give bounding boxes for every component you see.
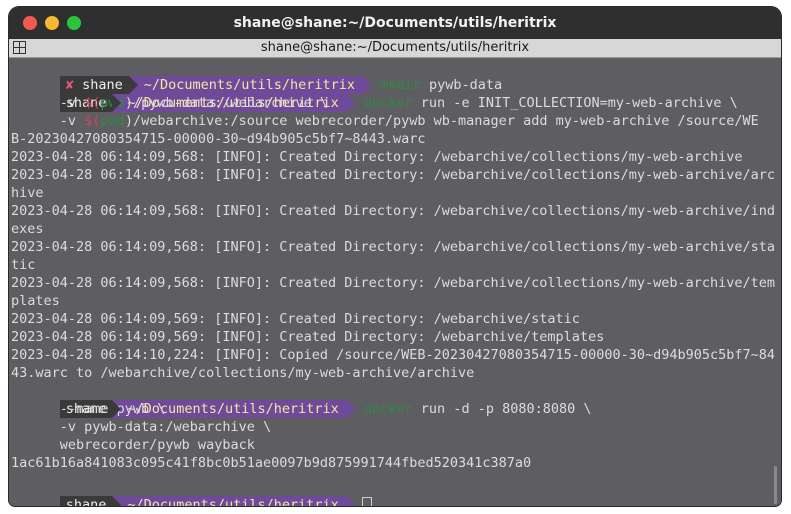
command-args: run -e INIT_COLLECTION=my-web-archive \ [412, 95, 738, 111]
output-line: -v $(pwd)/webarchive:/source webrecorder… [11, 112, 759, 130]
command-name: docker [363, 401, 413, 417]
prompt-separator-icon [346, 496, 356, 506]
title-bar[interactable]: shane@shane:~/Documents/utils/heritrix [9, 7, 781, 39]
output-line: 2023-04-28 06:14:09,568: [INFO]: Created… [11, 167, 776, 183]
subshell-open: $( [84, 95, 101, 111]
output-line: 43.warc to /webarchive/collections/my-we… [11, 365, 475, 381]
text-cursor[interactable] [361, 496, 372, 506]
continuation-text: )/pywb-data:/webarchive \ [124, 95, 329, 111]
prompt-separator-icon [112, 400, 122, 418]
output-line: -v $(pwd)/pywb-data:/webarchive \ [11, 94, 328, 112]
prompt-separator-icon [346, 400, 356, 418]
output-line: tic [11, 257, 36, 273]
terminal-window: shane@shane:~/Documents/utils/heritrix s… [9, 7, 781, 506]
output-line: 2023-04-28 06:14:09,568: [INFO]: Created… [11, 239, 776, 255]
prompt-line: shane ~/Documents/utils/heritrix docker r… [11, 76, 738, 112]
subshell-command: pwd [100, 113, 125, 129]
prompt-separator-icon [112, 94, 122, 112]
output-line: exes [11, 221, 44, 237]
tab-bar[interactable]: shane@shane:~/Documents/utils/heritrix [9, 39, 781, 58]
prompt-separator-icon [128, 76, 138, 94]
container-id-line: 1ac61b16a841083c095c41f8bc0b51ae0097b9d8… [11, 455, 532, 471]
output-line: 2023-04-28 06:14:09,569: [INFO]: Created… [11, 311, 580, 327]
output-line: -v pywb-data:/webarchive \ [11, 419, 272, 435]
window-title: shane@shane:~/Documents/utils/heritrix [233, 15, 557, 31]
prompt-line: shane ~/Documents/utils/heritrix docker r… [11, 382, 591, 418]
continuation-text: -v [11, 95, 85, 111]
output-line: 2023-04-28 06:14:09,568: [INFO]: Created… [11, 203, 776, 219]
output-line: B-20230427080354715-00000-30~d94b905c5bf… [11, 131, 426, 147]
prompt-separator-icon [346, 94, 356, 112]
output-line: 2023-04-28 06:14:09,568: [INFO]: Created… [11, 275, 776, 291]
output-line: 2023-04-28 06:14:09,569: [INFO]: Created… [11, 329, 605, 345]
prompt-line: ✘ shane ~/Documents/utils/heritrix mkdir … [11, 58, 502, 94]
prompt-user: shane [65, 497, 107, 506]
output-line: 2023-04-28 06:14:10,224: [INFO]: Copied … [11, 347, 776, 363]
prompt-separator-icon [112, 496, 122, 506]
prompt-line[interactable]: shane ~/Documents/utils/heritrix [11, 478, 372, 506]
terminal-content[interactable]: ✘ shane ~/Documents/utils/heritrix mkdir … [9, 58, 781, 506]
prompt-user-segment: shane [59, 496, 113, 506]
output-line: --name pywb \ [11, 401, 166, 417]
continuation-text: -v [11, 113, 85, 129]
output-line: webrecorder/pywb wayback [11, 437, 255, 453]
output-line: hive [11, 185, 44, 201]
scrollbar-thumb[interactable] [774, 466, 777, 504]
subshell-open: $( [84, 113, 101, 129]
continuation-text: )/webarchive:/source webrecorder/pywb wb… [124, 113, 759, 129]
output-line: 2023-04-28 06:14:09,568: [INFO]: Created… [11, 149, 743, 165]
command-args: run -d -p 8080:8080 \ [412, 401, 592, 417]
command-name: docker [363, 95, 413, 111]
output-line: plates [11, 293, 60, 309]
prompt-path: ~/Documents/utils/heritrix [112, 496, 347, 506]
tab-title: shane@shane:~/Documents/utils/heritrix [260, 40, 530, 55]
